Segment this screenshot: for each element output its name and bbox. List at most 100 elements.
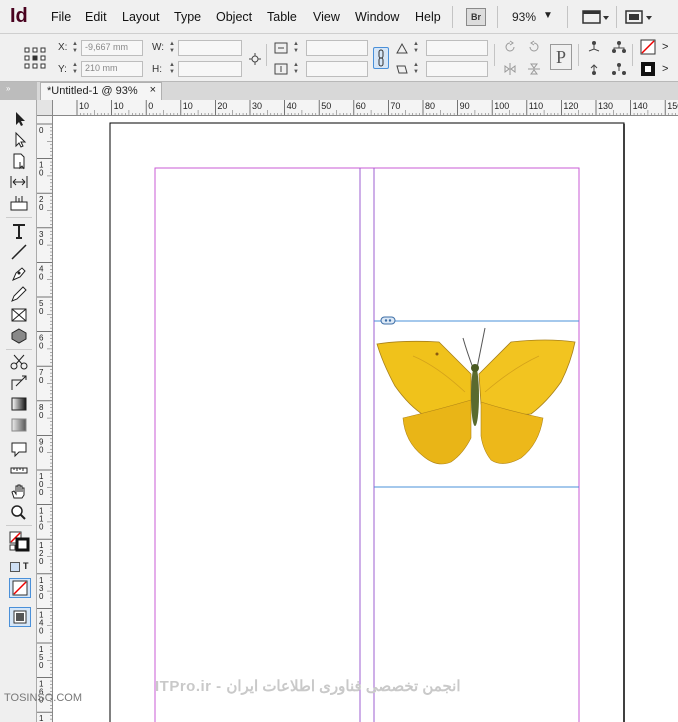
page-tool-icon[interactable] <box>8 152 30 170</box>
select-previous-icon[interactable] <box>587 62 601 76</box>
note-tool-icon[interactable] <box>8 440 30 458</box>
view-mode-button[interactable] <box>9 607 31 627</box>
ruler-label: 0 <box>39 376 44 385</box>
p-indicator[interactable]: P <box>550 44 572 70</box>
ruler-label: 0 <box>39 203 44 212</box>
select-next-icon[interactable] <box>612 62 626 76</box>
w-field[interactable] <box>178 40 242 56</box>
type-tool-icon[interactable] <box>8 222 30 240</box>
tools-panel-grip[interactable]: » <box>0 82 37 100</box>
menu-separator <box>452 6 453 28</box>
shear-field[interactable] <box>426 61 488 77</box>
tool-separator <box>6 217 32 218</box>
document-canvas[interactable] <box>53 116 678 722</box>
menu-help[interactable]: Help <box>415 10 441 24</box>
ruler-label: 40 <box>287 101 297 111</box>
menu-view[interactable]: View <box>313 10 340 24</box>
formatting-text-icon[interactable]: T <box>23 561 29 571</box>
stroke-swatch-icon[interactable] <box>640 61 656 77</box>
control-separator <box>494 44 495 66</box>
selection-tool-icon[interactable] <box>8 110 30 128</box>
rectangle-frame-tool-icon[interactable] <box>8 306 30 324</box>
fill-stroke-swatch-icon[interactable] <box>8 530 30 552</box>
x-field[interactable]: -9,667 mm <box>81 40 143 56</box>
ruler-label: 0 <box>39 238 44 247</box>
menu-separator <box>616 6 617 28</box>
ruler-label: 0 <box>148 101 153 111</box>
apply-none-button[interactable] <box>9 578 31 598</box>
menu-file[interactable]: File <box>51 10 71 24</box>
x-label: X: <box>58 42 68 53</box>
scale-x-field[interactable] <box>306 40 368 56</box>
ruler-label: 0 <box>39 342 44 351</box>
scale-x-stepper[interactable]: ▲ ▼ <box>292 41 300 55</box>
select-content-icon[interactable] <box>612 40 626 54</box>
stroke-menu-arrow-icon[interactable]: > <box>662 63 668 75</box>
view-options-icon[interactable] <box>582 8 610 26</box>
vertical-ruler[interactable]: 0102030405060708090100110120130140150160… <box>37 116 53 722</box>
menu-separator <box>567 6 568 28</box>
fill-menu-arrow-icon[interactable]: > <box>662 41 668 53</box>
shear-stepper[interactable]: ▲ ▼ <box>412 62 420 76</box>
ruler-origin[interactable] <box>37 100 53 116</box>
fill-none-swatch-icon[interactable] <box>640 39 656 55</box>
ruler-label: 60 <box>356 101 366 111</box>
x-stepper[interactable]: ▲ ▼ <box>71 41 79 55</box>
free-transform-tool-icon[interactable] <box>8 374 30 392</box>
menu-layout[interactable]: Layout <box>122 10 160 24</box>
polygon-tool-icon[interactable] <box>8 327 30 345</box>
formatting-container-icon[interactable] <box>10 562 20 572</box>
close-tab-icon[interactable]: × <box>150 84 156 96</box>
scale-y-stepper[interactable]: ▲ ▼ <box>292 62 300 76</box>
gap-tool-icon[interactable] <box>8 173 30 191</box>
document-tab[interactable]: *Untitled-1 @ 93% × <box>40 82 162 100</box>
w-stepper[interactable]: ▲ ▼ <box>168 41 176 55</box>
rotate-ccw-icon[interactable] <box>527 40 541 54</box>
chain-link-icon[interactable] <box>380 316 396 325</box>
control-separator <box>632 44 633 66</box>
flip-horizontal-icon[interactable] <box>503 62 517 76</box>
shear-icon[interactable] <box>395 62 409 76</box>
rotate-icon[interactable] <box>395 41 409 55</box>
ruler-label: 0 <box>39 626 44 635</box>
flip-vertical-icon[interactable] <box>527 62 541 76</box>
ruler-label: 130 <box>598 101 613 111</box>
gradient-feather-tool-icon[interactable] <box>8 416 30 434</box>
zoom-level[interactable]: 93% <box>512 10 536 24</box>
h-stepper[interactable]: ▲ ▼ <box>168 62 176 76</box>
menu-edit[interactable]: Edit <box>85 10 107 24</box>
pen-tool-icon[interactable] <box>8 264 30 282</box>
zoom-tool-icon[interactable] <box>8 503 30 521</box>
ruler-label: 10 <box>183 101 193 111</box>
rotate-stepper[interactable]: ▲ ▼ <box>412 41 420 55</box>
menu-type[interactable]: Type <box>174 10 201 24</box>
ruler-label: 0 <box>39 411 44 420</box>
menu-window[interactable]: Window <box>355 10 399 24</box>
select-container-icon[interactable] <box>587 40 601 54</box>
screen-mode-icon[interactable] <box>624 8 654 26</box>
scissors-tool-icon[interactable] <box>8 353 30 371</box>
line-tool-icon[interactable] <box>8 243 30 261</box>
menu-table[interactable]: Table <box>267 10 297 24</box>
rotate-cw-icon[interactable] <box>503 40 517 54</box>
pencil-tool-icon[interactable] <box>8 285 30 303</box>
hand-tool-icon[interactable] <box>8 482 30 500</box>
gradient-swatch-tool-icon[interactable] <box>8 395 30 413</box>
bridge-button[interactable]: Br <box>466 8 486 26</box>
measure-tool-icon[interactable] <box>8 461 30 479</box>
y-field[interactable]: 210 mm <box>81 61 143 77</box>
zoom-dropdown-icon[interactable]: ▼ <box>543 10 553 21</box>
content-collector-tool-icon[interactable] <box>8 194 30 212</box>
y-stepper[interactable]: ▲ ▼ <box>71 62 79 76</box>
h-field[interactable] <box>178 61 242 77</box>
scale-y-icon[interactable] <box>274 62 288 76</box>
scale-y-field[interactable] <box>306 61 368 77</box>
horizontal-ruler[interactable]: 10 10 0 10 20 30 40 50 60 70 80 90 100 110 120 130 140 15… <box>37 100 678 116</box>
scale-x-icon[interactable] <box>274 41 288 55</box>
menu-object[interactable]: Object <box>216 10 252 24</box>
rotate-field[interactable] <box>426 40 488 56</box>
constrain-proportions-icon[interactable] <box>248 52 262 66</box>
reference-point-icon[interactable] <box>24 47 46 69</box>
link-scale-button[interactable] <box>373 47 389 69</box>
direct-selection-tool-icon[interactable] <box>8 131 30 149</box>
